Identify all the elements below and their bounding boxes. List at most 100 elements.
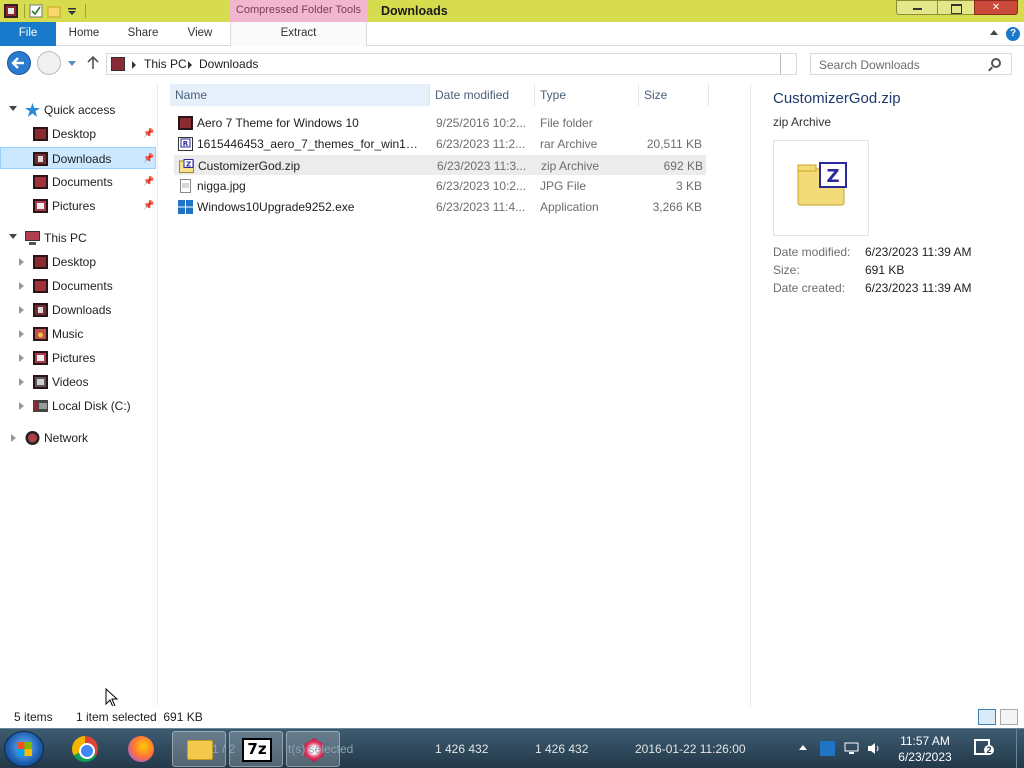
- nav-quick-desktop[interactable]: Desktop 📌: [0, 123, 156, 145]
- details-key: Size:: [773, 263, 800, 277]
- help-icon[interactable]: ?: [1006, 27, 1020, 41]
- file-type: zip Archive: [541, 159, 600, 173]
- nav-label: Documents: [52, 279, 113, 293]
- folder-icon: [187, 740, 213, 760]
- recent-locations-icon[interactable]: [68, 61, 76, 66]
- pin-icon: 📌: [143, 176, 155, 186]
- column-header-date[interactable]: Date modified: [430, 84, 535, 106]
- chevron-right-icon[interactable]: [19, 354, 24, 362]
- file-row[interactable]: Aero 7 Theme for Windows 10 9/25/2016 10…: [174, 113, 706, 133]
- nav-network[interactable]: Network: [0, 427, 156, 449]
- pin-icon: 📌: [143, 128, 155, 138]
- chevron-right-icon[interactable]: [188, 61, 192, 69]
- chevron-right-icon[interactable]: [19, 330, 24, 338]
- column-header-type[interactable]: Type: [535, 84, 639, 106]
- details-thumbnail: Z: [773, 140, 869, 236]
- overlay-number: 1 426 432: [535, 742, 589, 756]
- chevron-right-icon[interactable]: [11, 434, 16, 442]
- file-name: Windows10Upgrade9252.exe: [197, 200, 355, 214]
- back-button[interactable]: [7, 51, 31, 75]
- tray-app-icon[interactable]: [820, 741, 835, 756]
- file-row[interactable]: Windows10Upgrade9252.exe 6/23/2023 11:4.…: [174, 197, 706, 217]
- nav-label: Desktop: [52, 255, 97, 269]
- nav-this-pc[interactable]: This PC: [0, 227, 156, 249]
- large-icons-view-button[interactable]: [1000, 709, 1018, 725]
- file-row[interactable]: nigga.jpg 6/23/2023 10:2... JPG File 3 K…: [174, 176, 706, 196]
- tab-extract[interactable]: Extract: [230, 22, 367, 46]
- app-icon[interactable]: [4, 4, 18, 18]
- location-icon: [111, 57, 125, 71]
- nav-label: Pictures: [52, 199, 96, 213]
- up-arrow-icon[interactable]: [86, 54, 100, 70]
- file-row-selected[interactable]: Z CustomizerGod.zip 6/23/2023 11:3... zi…: [174, 155, 706, 175]
- search-placeholder: Search Downloads: [819, 58, 920, 72]
- details-key: Date created:: [773, 281, 846, 295]
- file-size: 3,266 KB: [652, 200, 702, 214]
- file-row[interactable]: R 1615446453_aero_7_themes_for_win10_fin…: [174, 134, 706, 154]
- chevron-right-icon[interactable]: [19, 282, 24, 290]
- downloads-icon: [33, 303, 48, 317]
- volume-icon[interactable]: [866, 741, 881, 756]
- tab-share[interactable]: Share: [114, 22, 172, 46]
- nav-quick-documents[interactable]: Documents 📌: [0, 171, 156, 193]
- network-tray-icon[interactable]: [844, 741, 859, 756]
- chevron-right-icon[interactable]: [19, 306, 24, 314]
- new-folder-icon[interactable]: [47, 4, 61, 18]
- tab-file[interactable]: File: [0, 22, 56, 46]
- details-value: 691 KB: [865, 263, 905, 277]
- windows-app-icon: [178, 200, 193, 214]
- taskbar-7zip[interactable]: 7z: [229, 731, 283, 767]
- tab-home[interactable]: Home: [56, 22, 112, 46]
- start-button[interactable]: [4, 731, 44, 767]
- clock[interactable]: 11:57 AM 6/23/2023: [888, 733, 962, 765]
- column-header-name[interactable]: Name: [170, 84, 430, 106]
- taskbar-chrome[interactable]: [58, 731, 112, 767]
- show-desktop-button[interactable]: [1016, 729, 1024, 768]
- nav-pc-videos[interactable]: Videos: [0, 371, 156, 393]
- mouse-cursor-icon: [105, 688, 119, 708]
- nav-pc-downloads[interactable]: Downloads: [0, 299, 156, 321]
- chevron-right-icon[interactable]: [132, 61, 136, 69]
- close-button[interactable]: ✕: [974, 0, 1018, 15]
- customize-toolbar-icon[interactable]: [65, 4, 79, 18]
- pane-divider[interactable]: [157, 84, 158, 706]
- tab-view[interactable]: View: [174, 22, 226, 46]
- details-key: Date modified:: [773, 245, 851, 259]
- file-type: Application: [540, 200, 599, 214]
- details-view-button[interactable]: [978, 709, 996, 725]
- minimize-button[interactable]: [896, 0, 938, 15]
- details-pane-divider[interactable]: [750, 84, 751, 706]
- column-header-size[interactable]: Size: [639, 84, 709, 106]
- nav-pc-local-disk[interactable]: Local Disk (C:): [0, 395, 156, 417]
- overlay-text: t(s) selected: [288, 742, 354, 756]
- show-hidden-icons-icon[interactable]: [799, 745, 807, 750]
- forward-button[interactable]: [37, 51, 61, 75]
- chevron-right-icon[interactable]: [19, 402, 24, 410]
- chevron-down-icon[interactable]: [9, 106, 17, 111]
- nav-pc-music[interactable]: Music: [0, 323, 156, 345]
- expand-ribbon-icon[interactable]: [990, 30, 998, 35]
- arrow-left-icon: [11, 57, 24, 69]
- chrome-icon: [72, 736, 98, 762]
- properties-icon[interactable]: [29, 4, 43, 18]
- breadcrumb-this-pc[interactable]: This PC: [144, 57, 187, 71]
- notification-center-icon[interactable]: 2: [974, 739, 994, 755]
- address-bar[interactable]: This PC Downloads: [106, 53, 797, 75]
- taskbar-firefox[interactable]: [114, 731, 168, 767]
- pin-icon: 📌: [143, 200, 155, 210]
- chevron-right-icon[interactable]: [19, 258, 24, 266]
- svg-text:R: R: [183, 140, 189, 148]
- separator: [85, 4, 86, 18]
- nav-quick-downloads[interactable]: Downloads 📌: [0, 147, 156, 169]
- search-input[interactable]: Search Downloads: [810, 53, 1012, 75]
- nav-label: Documents: [52, 175, 113, 189]
- chevron-right-icon[interactable]: [19, 378, 24, 386]
- nav-quick-pictures[interactable]: Pictures 📌: [0, 195, 156, 217]
- nav-pc-pictures[interactable]: Pictures: [0, 347, 156, 369]
- breadcrumb-downloads[interactable]: Downloads: [199, 57, 258, 71]
- chevron-down-icon[interactable]: [9, 234, 17, 239]
- maximize-button[interactable]: [937, 0, 975, 15]
- nav-quick-access[interactable]: Quick access: [0, 99, 156, 121]
- nav-pc-documents[interactable]: Documents: [0, 275, 156, 297]
- nav-pc-desktop[interactable]: Desktop: [0, 251, 156, 273]
